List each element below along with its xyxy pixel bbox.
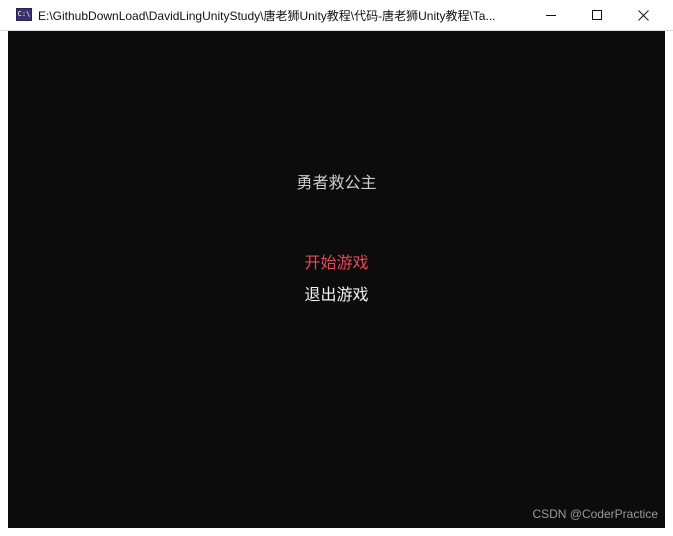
console-window: C:\ E:\GithubDownLoad\DavidLingUnityStud… [0, 0, 673, 536]
minimize-icon [546, 10, 556, 20]
watermark: CSDN @CoderPractice [532, 507, 658, 521]
menu-item-start-game[interactable]: 开始游戏 [8, 253, 665, 273]
window-frame-bottom [0, 528, 673, 536]
console-app-icon[interactable]: C:\ [16, 8, 32, 21]
close-button[interactable] [620, 0, 666, 30]
console-screen: 勇者救公主 开始游戏 退出游戏 CSDN @CoderPractice [8, 31, 665, 528]
minimize-button[interactable] [528, 0, 574, 30]
maximize-button[interactable] [574, 0, 620, 30]
window-frame-right [665, 31, 673, 536]
menu-item-quit-game[interactable]: 退出游戏 [8, 285, 665, 305]
window-title: E:\GithubDownLoad\DavidLingUnityStudy\唐老… [38, 9, 496, 23]
title-bar[interactable]: C:\ E:\GithubDownLoad\DavidLingUnityStud… [0, 0, 673, 31]
close-icon [637, 9, 649, 21]
game-title: 勇者救公主 [296, 173, 377, 192]
maximize-icon [592, 10, 602, 20]
